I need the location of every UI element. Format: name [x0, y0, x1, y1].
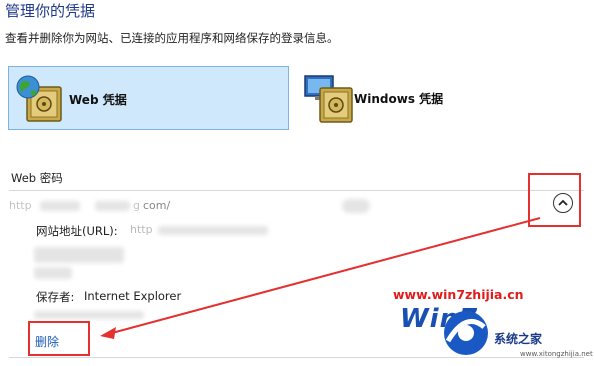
annotation-arrow [100, 217, 541, 339]
watermark-brand: 系统之家 [494, 332, 543, 346]
watermark-url: www.win7zhijia.cn [393, 287, 524, 302]
watermark-site: www.xitongzhijia.net [520, 350, 593, 358]
watermark-swoosh-logo-icon [444, 311, 488, 355]
